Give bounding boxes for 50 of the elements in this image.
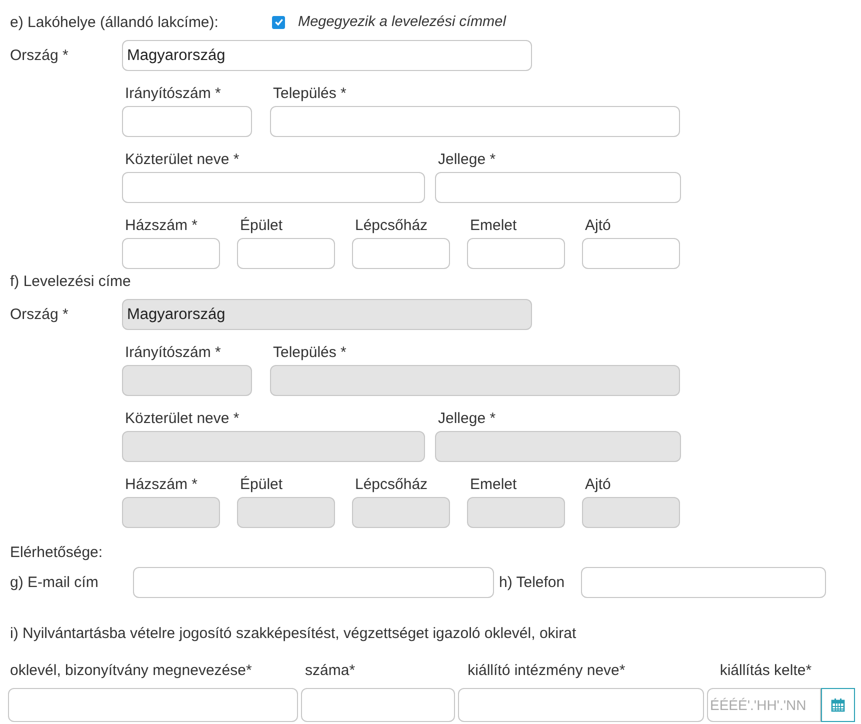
- field-label: Település *: [272, 343, 348, 362]
- checkbox-label: Megegyezik a levelezési címmel: [298, 14, 506, 30]
- country-field[interactable]: Magyarország: [122, 40, 532, 71]
- input-field[interactable]: [8, 688, 298, 722]
- field-label: g) E-mail cím: [10, 574, 100, 591]
- field-label: Emelet: [469, 216, 518, 235]
- column-label: kiállító intézmény neve*: [468, 661, 626, 681]
- input-field[interactable]: [458, 688, 704, 722]
- input-field[interactable]: [237, 238, 335, 269]
- phone-field[interactable]: [581, 567, 826, 598]
- section-heading: i) Nyilvántartásba vételre jogosító szakképesítést, végzettséget igazoló oklevél, okirat: [10, 625, 576, 642]
- field-label: Lépcsőház: [354, 475, 429, 494]
- input-field[interactable]: [122, 106, 252, 137]
- field-label: Ajtó: [584, 475, 612, 494]
- input-field[interactable]: [467, 238, 565, 269]
- email-field[interactable]: [133, 567, 494, 598]
- section-heading: Elérhetősége:: [10, 544, 103, 561]
- input-field[interactable]: [301, 688, 455, 722]
- input-field[interactable]: [435, 172, 681, 203]
- field-label: Házszám *: [124, 475, 199, 494]
- input-field[interactable]: [270, 106, 680, 137]
- section-heading: e) Lakóhelye (állandó lakcíme):: [10, 14, 220, 30]
- input-field[interactable]: [582, 238, 680, 269]
- field-label: Jellege *: [437, 409, 497, 428]
- field-label: Épület: [239, 475, 284, 494]
- field-label: Házszám *: [124, 216, 199, 235]
- field-label: Település *: [272, 84, 348, 103]
- field-label: Épület: [239, 216, 284, 235]
- calendar-icon: [831, 698, 845, 712]
- input-field[interactable]: [122, 238, 220, 269]
- calendar-button[interactable]: [821, 688, 855, 722]
- section-heading: f) Levelezési címe: [10, 272, 132, 290]
- checkbox[interactable]: [272, 16, 285, 28]
- field-label: Ország *: [10, 306, 70, 323]
- input-field[interactable]: [122, 172, 425, 203]
- column-label: száma*: [305, 661, 356, 681]
- column-label: kiállítás kelte*: [720, 661, 813, 681]
- field-label: Irányítószám *: [124, 84, 222, 103]
- field-label: Lépcsőház: [354, 216, 429, 235]
- field-label: Ország *: [10, 47, 70, 64]
- field-label: Közterület neve *: [124, 150, 240, 169]
- field-label: Ajtó: [584, 216, 612, 235]
- field-label: Jellege *: [437, 150, 497, 169]
- field-label: Emelet: [469, 475, 518, 494]
- field-label: Közterület neve *: [124, 409, 240, 428]
- field-label: h) Telefon: [498, 574, 566, 591]
- input-field[interactable]: [352, 238, 450, 269]
- column-label: oklevél, bizonyítvány megnevezése*: [10, 661, 253, 681]
- date-field[interactable]: ÉÉÉÉ'.'HH'.'NN: [707, 688, 821, 722]
- field-label: Irányítószám *: [124, 343, 222, 362]
